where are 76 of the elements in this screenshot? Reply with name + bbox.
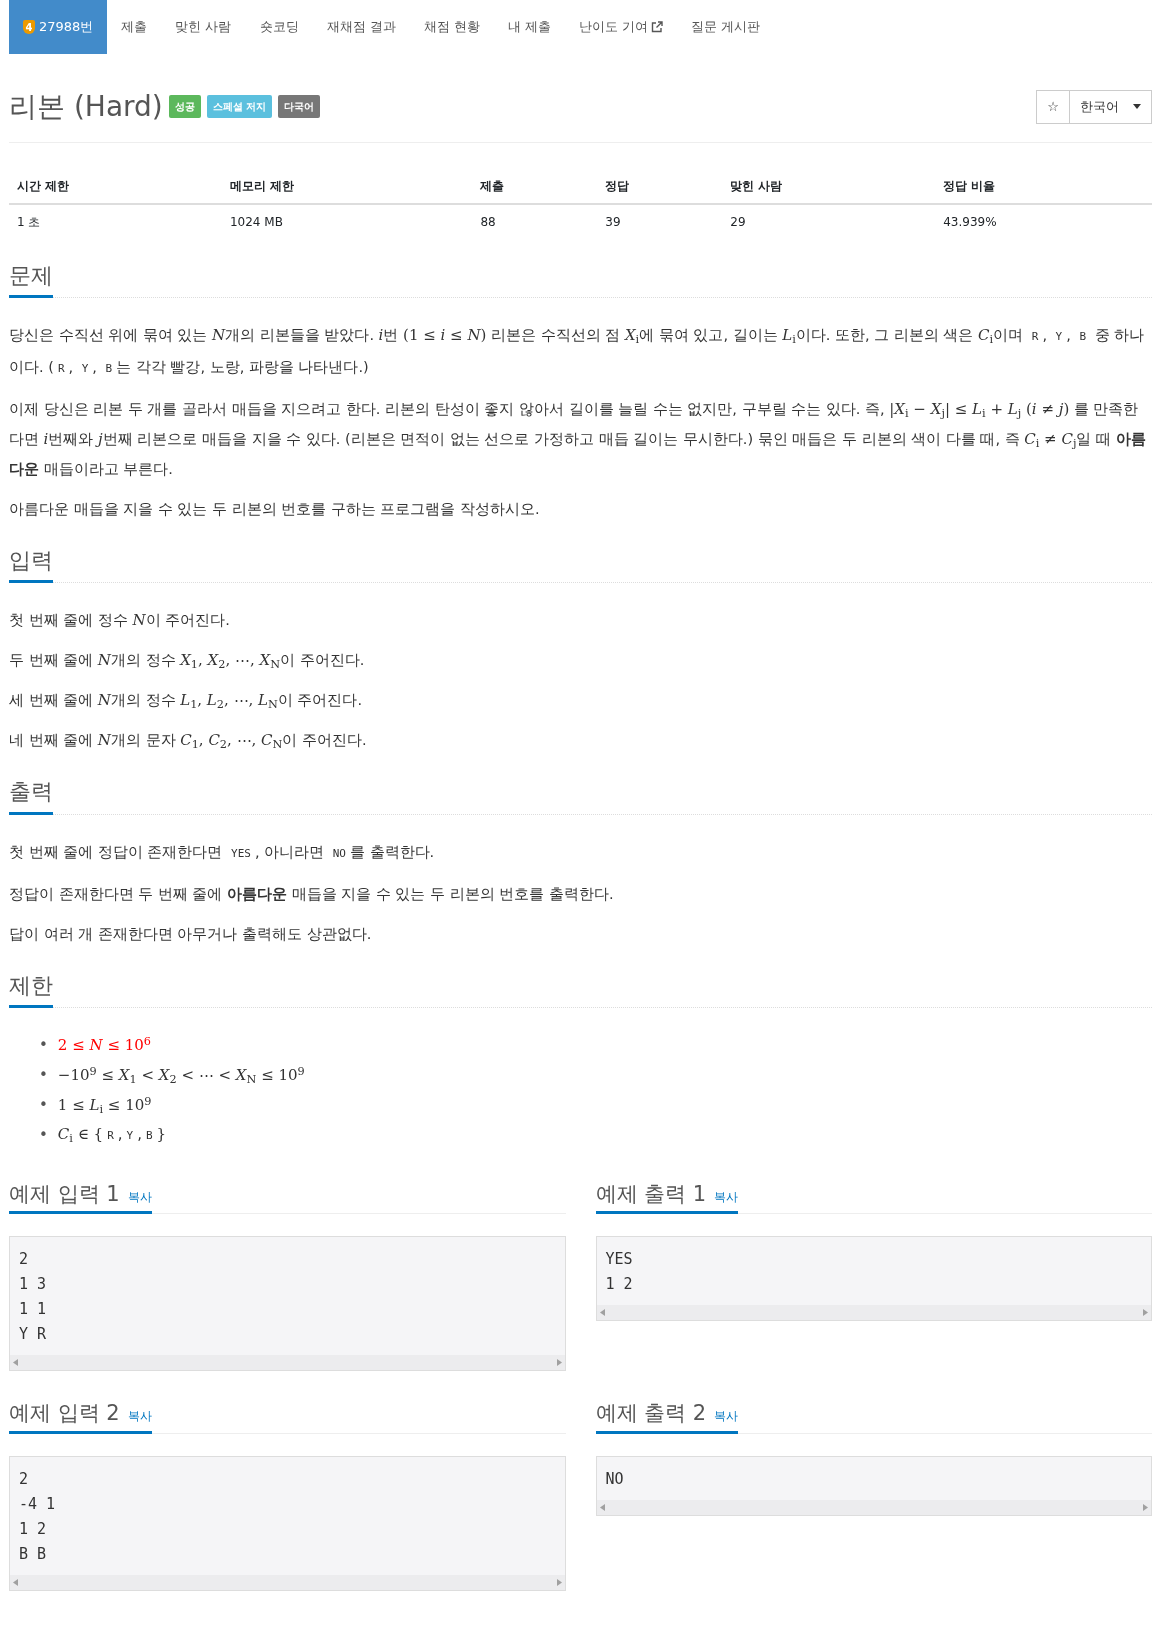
- column-header: 메모리 제한: [221, 168, 473, 204]
- paragraph: 두 번째 줄에 N개의 정수 X$_{1}$, X$_{2}$, ⋯, X$_{N}$이 주어진다.: [9, 650, 366, 674]
- nav-tab[interactable]: 맞힌 사람: [161, 0, 246, 54]
- scrollbar[interactable]: [10, 1355, 565, 1371]
- paragraph: 세 번째 줄에 N개의 정수 L$_{1}$, L$_{2}$, ⋯, L$_{N}$이 주어진다.: [9, 690, 364, 714]
- example-heading: 예제 입력 2: [9, 1401, 120, 1427]
- example-text: YES 1 2: [604, 1249, 634, 1296]
- example-text: 2 1 3 1 1 Y R: [18, 1249, 48, 1346]
- nav-tab[interactable]: 제출: [107, 0, 162, 54]
- column-header: 제출: [472, 168, 598, 204]
- paragraph: 이제 당신은 리본 두 개를 골라서 매듭을 지으려고 한다. 리본의 탄성이 좋지 않아서 길이를 늘릴 수는 없지만, 구부릴 수는 있다. 즉, |X$_{i}$ − X$_{j}$| ≤ L$_{i}$ + L$_{j}$ (i ≠ j) 를 만족한다면 i번째와 j번째 리본으로 매듭을 지을 수 있다. (리본은 면적이 없는 선으로 가정하고 매듭 길이는 무시한다.) 묶인 매듭은 두 리본의 색이 다를 때, 즉 C$_{i}$ ≠ C$_{j}$일 때 아름다운 매듭이라고 부른다.: [9, 399, 1147, 479]
- column-header: 정답: [597, 168, 723, 204]
- caret-icon: [1133, 104, 1141, 110]
- copy-link[interactable]: 복사: [714, 1407, 739, 1426]
- bullet-marker: •: [39, 1065, 48, 1087]
- copy-link[interactable]: 복사: [127, 1407, 152, 1426]
- table-cell: 29: [722, 203, 936, 239]
- table-cell: 1024 MB: [221, 203, 473, 239]
- scroll-left-icon: [599, 1309, 605, 1317]
- tier-badge: 4: [23, 20, 35, 34]
- example-text: 2 -4 1 1 2 B B: [18, 1468, 57, 1565]
- example-heading: 예제 출력 1: [595, 1182, 707, 1208]
- section-heading: 출력: [9, 779, 53, 815]
- table-cell: 43.939%: [935, 203, 1152, 239]
- paragraph: 첫 번째 줄에 정수 N이 주어진다.: [9, 610, 231, 632]
- scroll-right-icon: [556, 1578, 562, 1586]
- language-dropdown[interactable]: 한국어: [1070, 90, 1152, 124]
- paragraph: 정답이 존재한다면 두 번째 줄에 아름다운 매듭을 지을 수 있는 두 리본의 번호를 출력한다.: [9, 884, 615, 904]
- paragraph: 답이 여러 개 존재한다면 아무거나 출력해도 상관없다.: [9, 924, 373, 944]
- nav-tab[interactable]: 채점 현황: [409, 0, 494, 54]
- bullet-marker: •: [39, 1035, 48, 1057]
- scroll-right-icon: [1143, 1309, 1148, 1317]
- problem-label: 성공: [168, 95, 201, 119]
- external-link-icon: [651, 21, 664, 33]
- nav-tab[interactable]: 숏코딩: [245, 0, 313, 54]
- scroll-left-icon: [599, 1503, 605, 1511]
- column-header: 정답 비율: [935, 168, 1152, 204]
- nav-tab[interactable]: 내 제출: [493, 0, 565, 54]
- scroll-left-icon: [13, 1359, 18, 1367]
- example-heading: 예제 입력 1: [9, 1182, 120, 1208]
- constraint-item: 1 ≤ L$_{i}$ ≤ 10$^{9}$: [57, 1093, 152, 1118]
- bullet-marker: •: [39, 1095, 48, 1117]
- scrollbar[interactable]: [10, 1574, 565, 1590]
- paragraph: 아름다운 매듭을 지을 수 있는 두 리본의 번호를 구하는 프로그램을 작성하시오.: [9, 500, 541, 519]
- bullet-marker: •: [39, 1125, 48, 1147]
- example-heading: 예제 출력 2: [595, 1401, 707, 1427]
- section-heading: 제한: [9, 972, 53, 1009]
- scroll-left-icon: [13, 1578, 18, 1586]
- nav-tab[interactable]: 4 27988번: [9, 0, 108, 54]
- section-heading: 문제: [9, 262, 53, 298]
- scroll-right-icon: [1143, 1503, 1148, 1511]
- paragraph: 첫 번째 줄에 정답이 존재한다면 YES , 아니라면 NO 를 출력한다.: [9, 842, 436, 862]
- scroll-right-icon: [556, 1359, 562, 1367]
- problem-label: 스페셜 저지: [206, 95, 273, 119]
- table-cell: 39: [597, 203, 723, 239]
- table-cell: 88: [472, 203, 598, 239]
- copy-link[interactable]: 복사: [127, 1188, 152, 1207]
- scrollbar[interactable]: [596, 1305, 1151, 1321]
- scrollbar[interactable]: [596, 1499, 1151, 1515]
- constraint-item: 2 ≤ N ≤ 10$^{6}$: [57, 1033, 151, 1057]
- problem-label: 다국어: [278, 95, 321, 119]
- constraint-item: −10$^{9}$ ≤ X$_{1}$ < X$_{2}$ < ⋯ < X$_{N}$ ≤ 10$^{9}$: [57, 1063, 305, 1088]
- column-header: 시간 제한: [9, 168, 222, 204]
- nav-tab[interactable]: 난이도 기여: [564, 0, 678, 54]
- constraint-item: C$_{i}$ ∈ { R , Y , B }: [57, 1124, 167, 1147]
- paragraph: 네 번째 줄에 N개의 문자 C$_{1}$, C$_{2}$, ⋯, C$_{N}$이 주어진다.: [9, 730, 368, 754]
- nav-tab[interactable]: 재채점 결과: [312, 0, 410, 54]
- table-cell: 1 초: [9, 203, 222, 239]
- column-header: 맞힌 사람: [722, 168, 936, 204]
- nav-tab[interactable]: 질문 게시판: [677, 0, 775, 54]
- problem-title: 리본 (Hard): [9, 90, 163, 124]
- copy-link[interactable]: 복사: [714, 1188, 739, 1207]
- section-heading: 입력: [9, 548, 53, 584]
- paragraph: 당신은 수직선 위에 묶여 있는 N개의 리본들을 받았다. i번 (1 ≤ i ≤ N) 리본은 수직선의 점 X$_{i}$에 묶여 있고, 길이는 L$_{i}$이다. 또한, 그 리본의 색은 C$_{i}$이며 R , Y , B 중 하나이다. ( R , Y , B 는 각각 빨강, 노랑, 파랑을 나타낸다.): [9, 325, 1146, 377]
- star-button[interactable]: ☆: [1036, 90, 1070, 124]
- example-text: NO: [604, 1468, 625, 1490]
